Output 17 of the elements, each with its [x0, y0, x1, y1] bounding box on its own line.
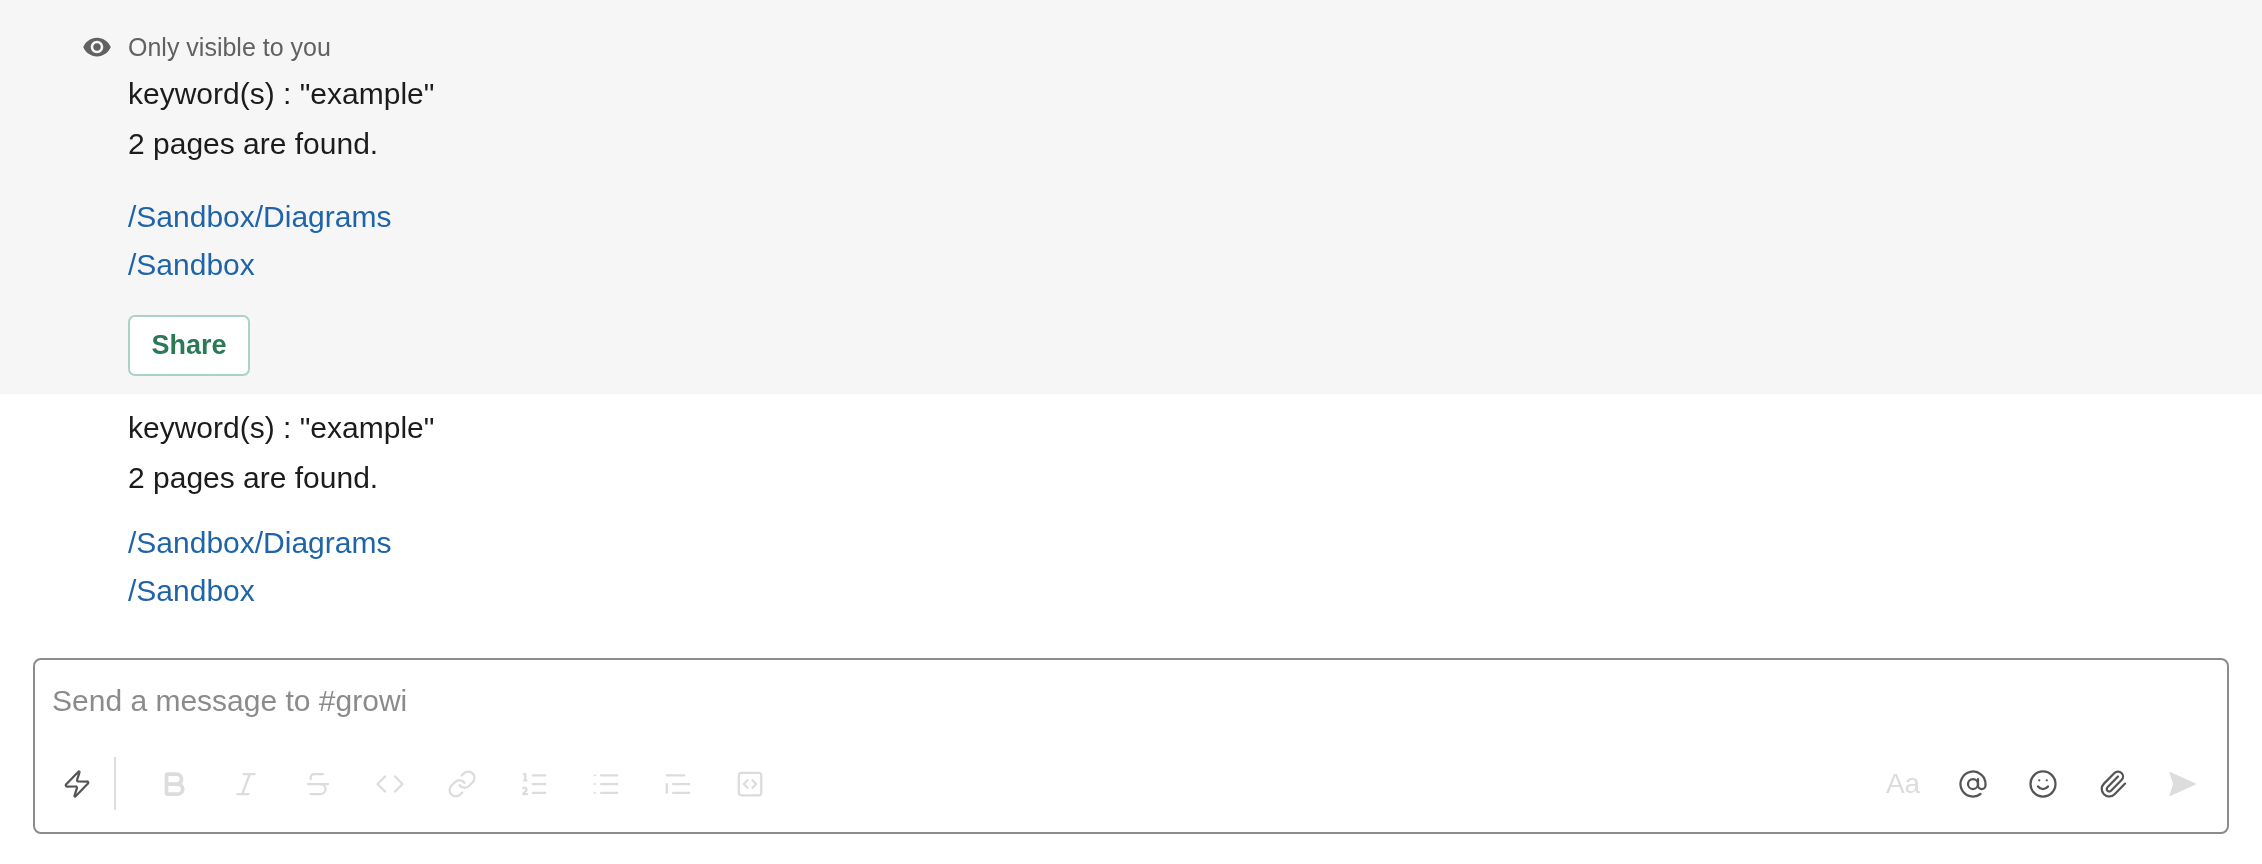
smiley-icon [2028, 768, 2058, 799]
paperclip-icon [2098, 768, 2128, 799]
message-text: 2 pages are found. [128, 126, 379, 162]
send-icon [2168, 769, 2198, 798]
page-link[interactable]: /Sandbox [128, 241, 255, 289]
page-link[interactable]: /Sandbox/Diagrams [128, 193, 392, 241]
lightning-icon [62, 768, 92, 799]
page-link[interactable]: /Sandbox/Diagrams [128, 519, 392, 567]
link-icon [447, 768, 477, 799]
message-text: keyword(s) : "example" [128, 410, 435, 446]
message-input[interactable]: Send a message to #growi [52, 676, 2210, 726]
message-text: keyword(s) : "example" [128, 76, 435, 112]
visibility-notice: Only visible to you [128, 32, 331, 63]
share-button[interactable]: Share [128, 315, 250, 376]
message-text: 2 pages are found. [128, 460, 379, 496]
at-sign-icon [1958, 768, 1988, 799]
page-link[interactable]: /Sandbox [128, 567, 255, 615]
